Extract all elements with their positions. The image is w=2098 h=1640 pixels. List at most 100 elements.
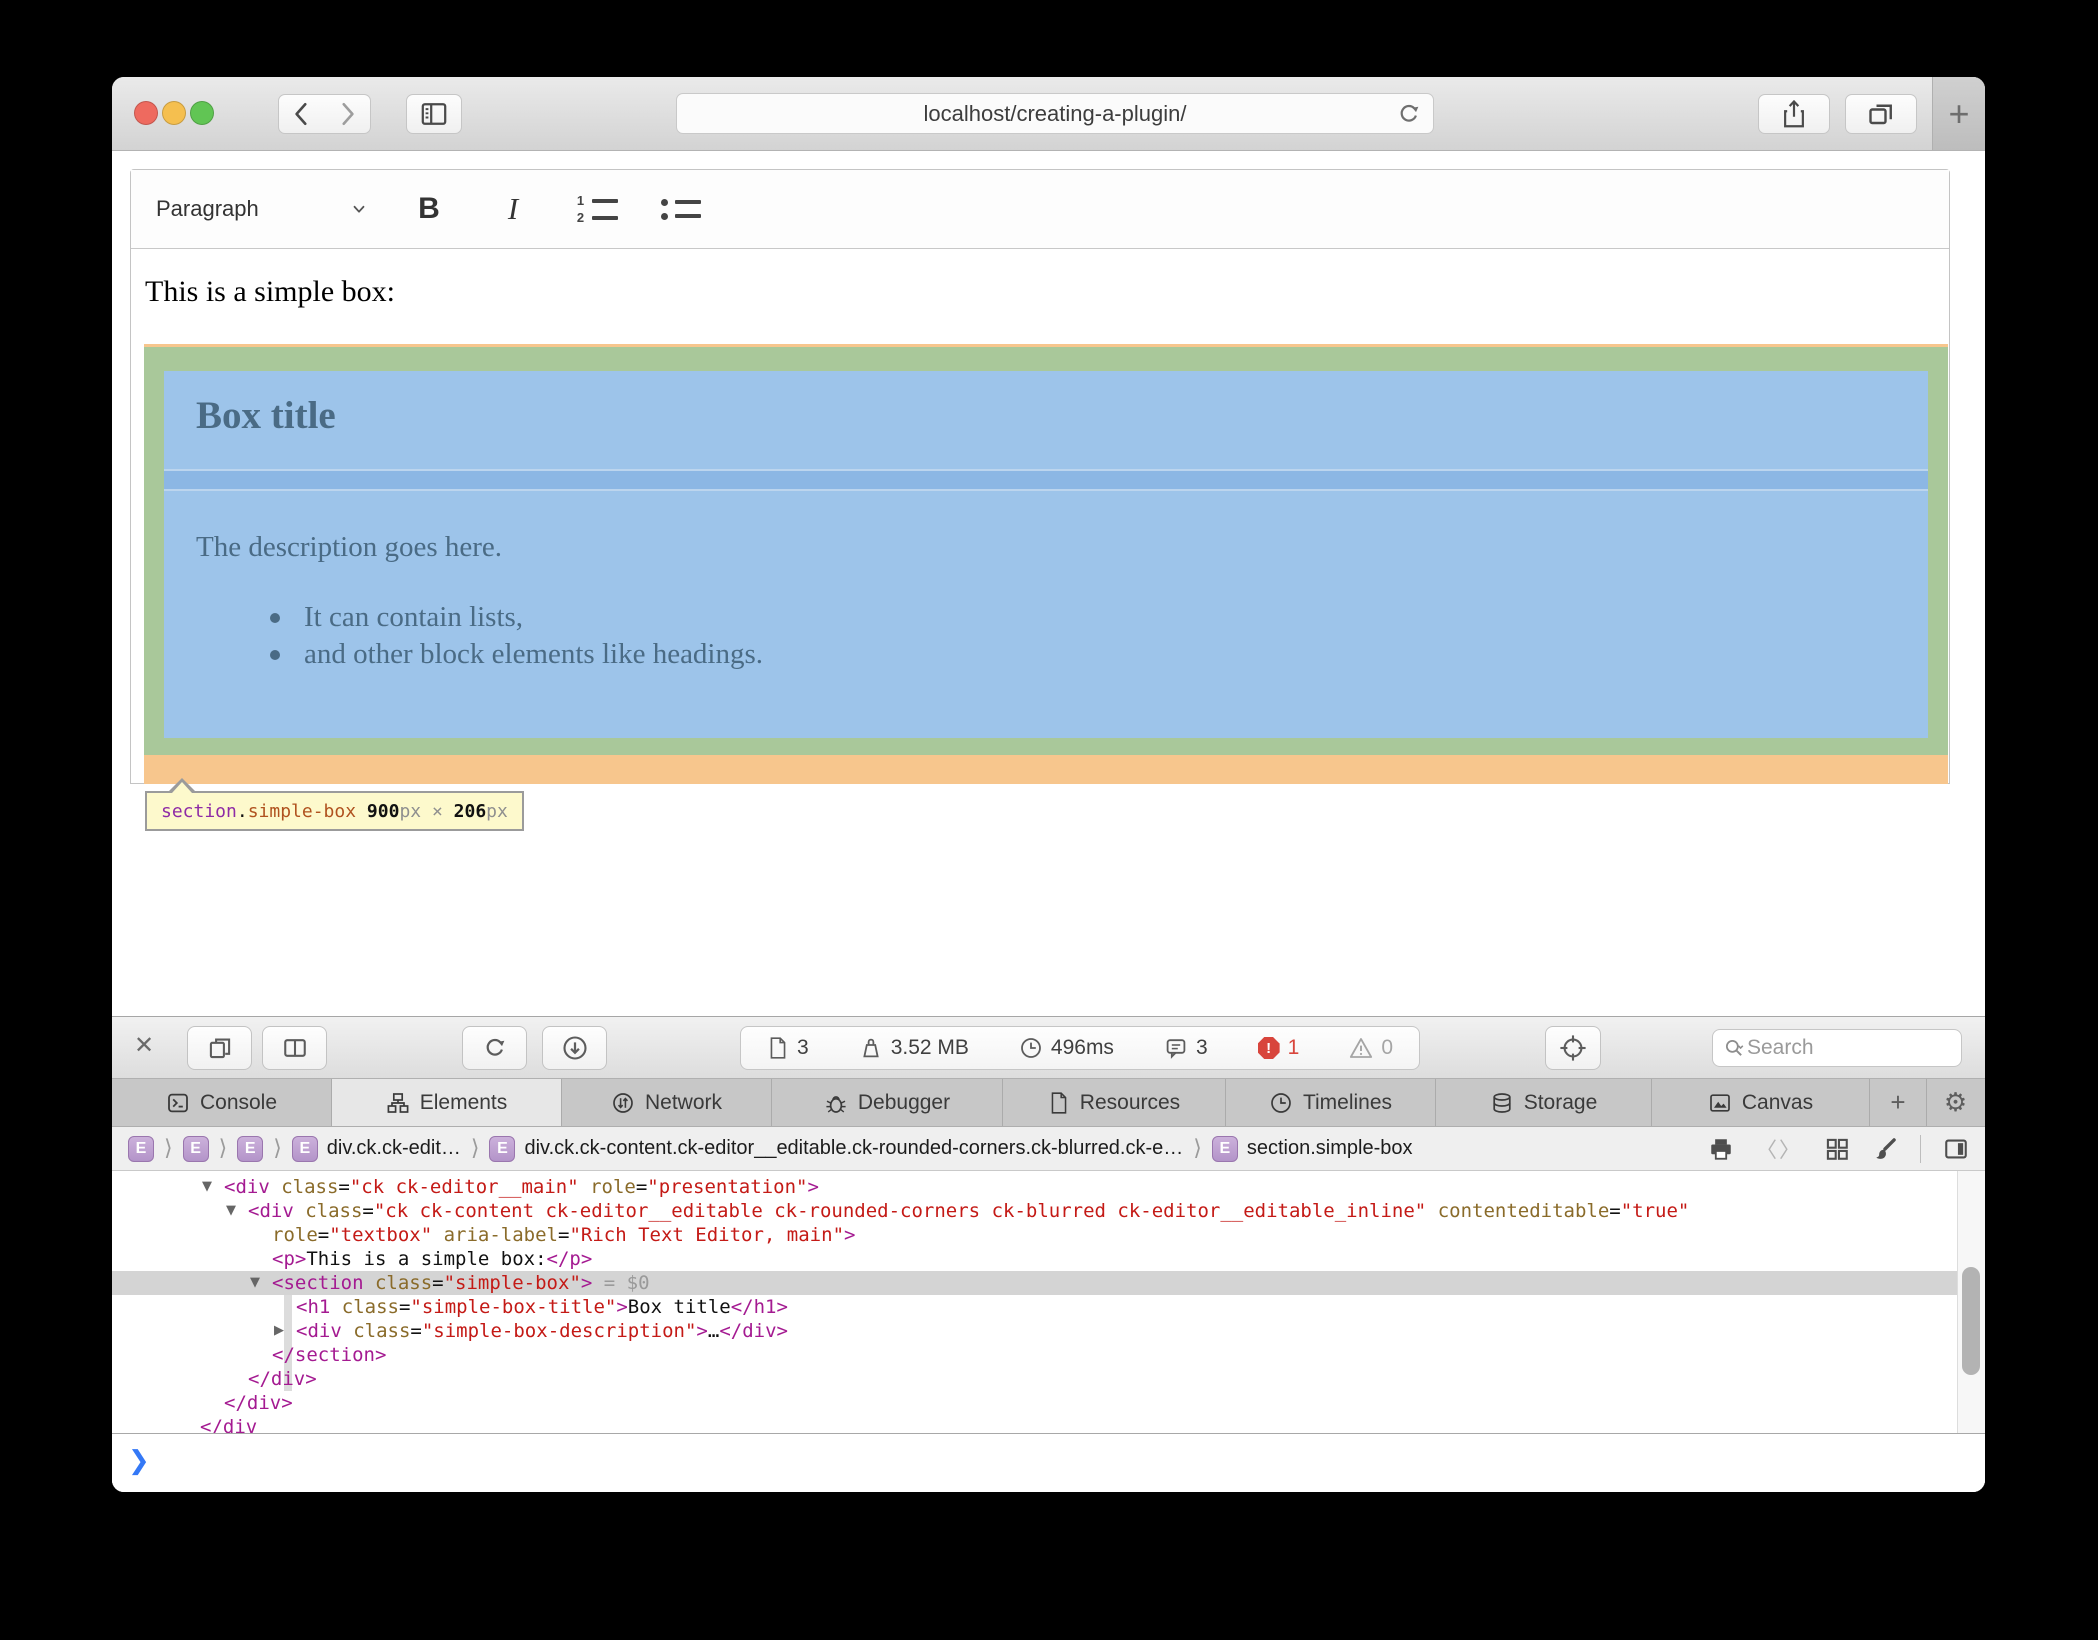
tab-timelines[interactable]: Timelines	[1226, 1079, 1436, 1126]
tab-elements[interactable]: Elements	[332, 1079, 562, 1126]
sidebar-toggle-button[interactable]	[406, 94, 462, 134]
numbered-list-button[interactable]: 1 2	[574, 183, 620, 235]
italic-button[interactable]: I	[490, 183, 536, 235]
editor-content[interactable]: This is a simple box: Box title The desc…	[131, 249, 1949, 785]
editor-toolbar: Paragraph B I 1 2	[131, 170, 1949, 249]
print-styles-button[interactable]	[1708, 1136, 1734, 1162]
add-tab-button[interactable]: +	[1870, 1079, 1927, 1126]
bulleted-list-button[interactable]	[658, 183, 704, 235]
tooltip-tag: section	[161, 801, 237, 822]
tab-storage[interactable]: Storage	[1436, 1079, 1652, 1126]
speech-bubble-icon	[1164, 1036, 1188, 1060]
resource-stats[interactable]: 3 3.52 MB 496ms	[740, 1026, 1420, 1070]
breadcrumb-separator-icon: ⟩	[273, 1136, 282, 1161]
detach-inspector-button[interactable]	[187, 1026, 252, 1070]
dom-tree-row[interactable]: ▼<div class="ck ck-editor__main" role="p…	[112, 1175, 1957, 1199]
dom-tree-row[interactable]: role="textbox" aria-label="Rich Text Edi…	[112, 1223, 1957, 1247]
breadcrumb-separator-icon: ⟩	[1193, 1136, 1202, 1161]
dom-tree-row[interactable]: </section>	[112, 1343, 1957, 1367]
console-message-count: 3	[1164, 1036, 1208, 1060]
back-button[interactable]	[278, 94, 325, 134]
breadcrumb-item[interactable]: E	[183, 1136, 209, 1162]
timelines-icon	[1269, 1091, 1293, 1115]
grid-overlay-button[interactable]	[1824, 1136, 1850, 1162]
warning-icon	[1349, 1036, 1373, 1060]
show-tabs-button[interactable]	[1845, 94, 1917, 134]
padding-overlay: Box title The description goes here. It …	[144, 347, 1948, 755]
dom-tree-row[interactable]: ▶<div class="simple-box-description">…</…	[112, 1319, 1957, 1343]
dom-tree-row[interactable]: ▼<div class="ck ck-content ck-editor__ed…	[112, 1199, 1957, 1223]
scrollbar-thumb[interactable]	[1962, 1267, 1980, 1375]
bulleted-list-icon	[661, 199, 701, 220]
breadcrumb-item[interactable]: E div.ck.ck-content.ck-editor__editable.…	[489, 1136, 1183, 1162]
dock-side-button[interactable]	[262, 1026, 327, 1070]
minimize-window-button[interactable]	[162, 101, 186, 125]
paragraph-dropdown[interactable]: Paragraph	[156, 183, 368, 235]
weight-icon	[859, 1036, 883, 1060]
box-list: It can contain lists, and other block el…	[260, 599, 763, 673]
inspector-search[interactable]	[1712, 1029, 1962, 1067]
collapsed-arrow-icon[interactable]: ▶	[274, 1319, 284, 1343]
elements-icon	[386, 1091, 410, 1115]
expanded-arrow-icon[interactable]: ▼	[202, 1175, 212, 1199]
reload-page-button[interactable]	[462, 1026, 527, 1070]
styles-edit-button[interactable]	[1872, 1136, 1898, 1162]
details-sidebar-toggle-button[interactable]	[1943, 1136, 1969, 1162]
tab-network[interactable]: Network	[562, 1079, 772, 1126]
plus-icon: +	[1948, 93, 1969, 135]
breadcrumb-item-selected[interactable]: E section.simple-box	[1212, 1136, 1413, 1162]
expanded-arrow-icon[interactable]: ▼	[250, 1271, 260, 1295]
element-badge: E	[1212, 1136, 1238, 1162]
new-tab-button[interactable]: +	[1932, 77, 1985, 150]
inspector-view-controls: 〈〉	[1708, 1134, 1969, 1164]
list-item: and other block elements like headings.	[260, 636, 763, 673]
element-picker-button[interactable]	[1545, 1026, 1601, 1070]
element-badge: E	[237, 1136, 263, 1162]
inspector-settings-button[interactable]: ⚙	[1927, 1079, 1984, 1126]
dom-tree-row[interactable]: </div	[112, 1415, 1957, 1433]
close-inspector-button[interactable]: ✕	[134, 1031, 154, 1060]
dom-tree-row[interactable]: </div>	[112, 1367, 1957, 1391]
bold-icon: B	[418, 192, 440, 226]
scrollbar-track[interactable]	[1957, 1171, 1985, 1433]
source-code-button[interactable]: 〈〉	[1756, 1134, 1802, 1164]
zoom-window-button[interactable]	[190, 101, 214, 125]
address-bar[interactable]: localhost/creating-a-plugin/	[676, 93, 1434, 134]
console-prompt-row[interactable]: ❯	[112, 1433, 1985, 1492]
forward-button[interactable]	[324, 94, 371, 134]
breadcrumb-item[interactable]: E	[128, 1136, 154, 1162]
bold-button[interactable]: B	[406, 183, 452, 235]
refresh-button[interactable]	[1396, 101, 1422, 127]
plus-icon: +	[1890, 1087, 1905, 1118]
box-description: The description goes here.	[196, 531, 502, 564]
breadcrumb-separator-icon: ⟩	[471, 1136, 480, 1161]
dom-tree-row[interactable]: <h1 class="simple-box-title">Box title</…	[112, 1295, 1957, 1319]
tab-canvas[interactable]: Canvas	[1652, 1079, 1870, 1126]
box-description-content-overlay: The description goes here. It can contai…	[164, 491, 1928, 738]
reload-icon	[482, 1035, 508, 1061]
numbered-list-icon: 1 2	[576, 196, 618, 223]
breadcrumb-item[interactable]: E	[237, 1136, 263, 1162]
paintbrush-icon	[1872, 1136, 1898, 1162]
dom-tree-row[interactable]: ▼<section class="simple-box"> = $0	[112, 1271, 1957, 1295]
search-input[interactable]	[1745, 1035, 1919, 1061]
tooltip-px: px	[486, 801, 508, 822]
tab-console[interactable]: Console	[112, 1079, 332, 1126]
dom-tree-panel: ▼<div class="ck ck-editor__main" role="p…	[112, 1171, 1985, 1433]
dom-tree-row[interactable]: <p>This is a simple box:</p>	[112, 1247, 1957, 1271]
download-page-button[interactable]	[542, 1026, 607, 1070]
url-text: localhost/creating-a-plugin/	[924, 101, 1187, 127]
expanded-arrow-icon[interactable]: ▼	[226, 1199, 236, 1223]
dom-tree-row[interactable]: </div>	[112, 1391, 1957, 1415]
web-inspector: ✕	[112, 1016, 1985, 1492]
share-button[interactable]	[1758, 94, 1830, 134]
close-window-button[interactable]	[134, 101, 158, 125]
margin-overlay-between	[164, 469, 1928, 491]
search-icon	[1723, 1037, 1745, 1059]
breadcrumb-item[interactable]: E div.ck.ck-edit…	[292, 1136, 461, 1162]
detach-window-icon	[207, 1035, 233, 1061]
error-count: ! 1	[1258, 1036, 1300, 1060]
safari-window: localhost/creating-a-plugin/	[112, 77, 1985, 1492]
tab-debugger[interactable]: Debugger	[772, 1079, 1003, 1126]
tab-resources[interactable]: Resources	[1003, 1079, 1226, 1126]
